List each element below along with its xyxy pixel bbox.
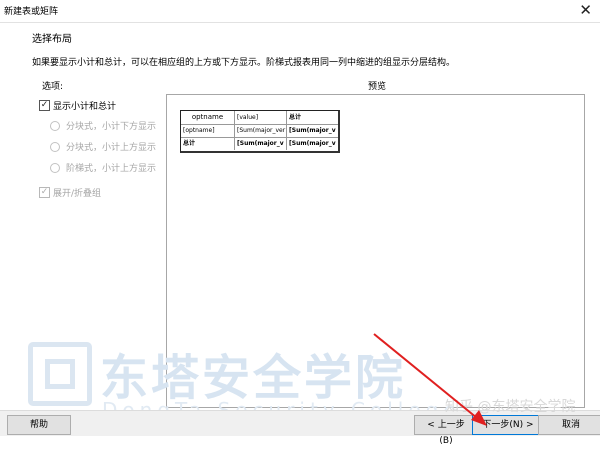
annotation-arrow-icon xyxy=(373,333,487,426)
